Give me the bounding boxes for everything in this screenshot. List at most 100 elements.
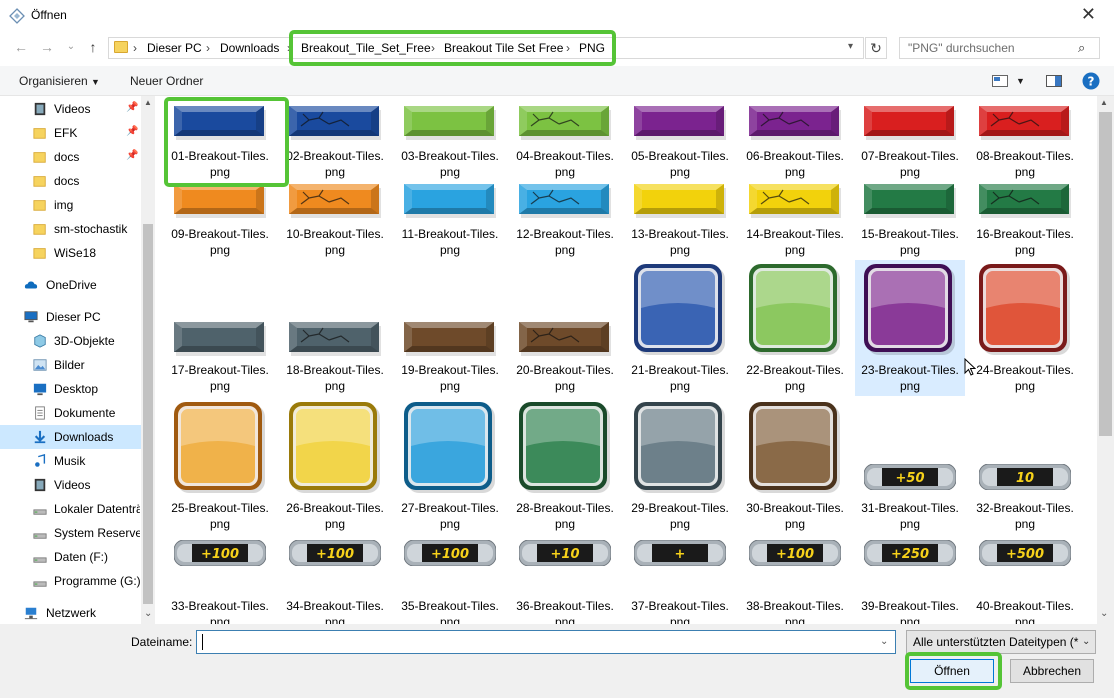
file-tile[interactable]: 12-Breakout-Tiles. png [510, 176, 620, 257]
file-name: 11-Breakout-Tiles. [401, 227, 499, 241]
file-tile[interactable]: 11-Breakout-Tiles. png [395, 176, 505, 257]
file-tile[interactable]: 08-Breakout-Tiles. png [970, 98, 1080, 179]
sidebar-item-dieser-pc[interactable]: Dieser PC [0, 305, 141, 329]
view-icon[interactable] [992, 75, 1008, 87]
chevron-down-icon[interactable]: ⌄ [880, 636, 888, 647]
breadcrumb-breakout-tile-set[interactable]: Breakout Tile Set Free [444, 41, 563, 55]
file-tile[interactable]: 16-Breakout-Tiles. png [970, 176, 1080, 257]
sidebar-item-pc-8[interactable]: System Reserved [0, 521, 141, 545]
sidebar-item-pc-5[interactable]: Musik [0, 449, 141, 473]
scroll-down-icon[interactable]: ⌄ [144, 608, 152, 619]
sidebar-item-pc-3[interactable]: Dokumente [0, 401, 141, 425]
mouse-cursor-icon [964, 358, 976, 376]
file-tile[interactable]: 07-Breakout-Tiles. png [855, 98, 965, 179]
file-tile[interactable]: 25-Breakout-Tiles. png [165, 398, 275, 534]
recent-locations-icon[interactable]: ⌄ [62, 38, 80, 56]
file-tile[interactable]: 23-Breakout-Tiles. png [855, 260, 965, 396]
sidebar-item-onedrive[interactable]: OneDrive [0, 273, 141, 297]
scroll-down-icon[interactable]: ⌄ [1100, 608, 1108, 619]
file-tile[interactable]: +100 35-Breakout-Tiles. png [395, 536, 505, 624]
file-tile[interactable]: 10 32-Breakout-Tiles. png [970, 398, 1080, 534]
up-icon[interactable]: ↑ [84, 38, 102, 56]
scroll-up-icon[interactable]: ▲ [1100, 98, 1108, 107]
file-thumbnail: +100 [289, 540, 381, 566]
file-tile[interactable]: 03-Breakout-Tiles. png [395, 98, 505, 179]
file-extension: png [554, 615, 576, 624]
file-tile[interactable]: 06-Breakout-Tiles. png [740, 98, 850, 179]
sidebar-item-pc-9[interactable]: Daten (F:) [0, 545, 141, 569]
sidebar-item-pc-6[interactable]: Videos [0, 473, 141, 497]
refresh-icon[interactable]: ↻ [865, 37, 887, 59]
sidebar-item-quick-6[interactable]: WiSe18 [0, 241, 141, 265]
filename-input[interactable] [196, 630, 896, 654]
breadcrumb-breakout-tile-set-free-folder[interactable]: Breakout_Tile_Set_Free [301, 41, 431, 55]
scroll-up-icon[interactable]: ▲ [144, 98, 152, 107]
file-tile[interactable]: 14-Breakout-Tiles. png [740, 176, 850, 257]
file-tile[interactable]: 09-Breakout-Tiles. png [165, 176, 275, 257]
search-input[interactable]: "PNG" durchsuchen [899, 37, 1100, 59]
breadcrumb-downloads[interactable]: Downloads [220, 41, 279, 55]
file-tile[interactable]: +37-Breakout-Tiles. png [625, 536, 735, 624]
file-tile[interactable]: +100 33-Breakout-Tiles. png [165, 536, 275, 624]
file-tile[interactable]: +50 31-Breakout-Tiles. png [855, 398, 965, 534]
chevron-down-icon[interactable]: ▾ [848, 41, 853, 52]
sidebar-item-pc-2[interactable]: Desktop [0, 377, 141, 401]
file-tile[interactable]: 15-Breakout-Tiles. png [855, 176, 965, 257]
sidebar-item-pc-0[interactable]: 3D-Objekte [0, 329, 141, 353]
view-dropdown-icon[interactable]: ▼ [1016, 76, 1025, 86]
close-icon[interactable]: ✕ [1081, 4, 1096, 25]
sidebar-item-quick-2[interactable]: docs 📌 [0, 145, 141, 169]
file-tile[interactable]: 21-Breakout-Tiles. png [625, 260, 735, 396]
file-tile[interactable]: +500 40-Breakout-Tiles. png [970, 536, 1080, 624]
help-icon[interactable]: ? [1082, 72, 1100, 90]
sidebar-item-quick-4[interactable]: img [0, 193, 141, 217]
sidebar-item-quick-0[interactable]: Videos 📌 [0, 97, 141, 121]
file-name: 10-Breakout-Tiles. [286, 227, 384, 241]
file-tile[interactable]: +100 34-Breakout-Tiles. png [280, 536, 390, 624]
open-button[interactable]: Öffnen [910, 659, 994, 683]
preview-pane-icon[interactable] [1046, 75, 1062, 87]
file-thumbnail [864, 264, 955, 355]
chevron-down-icon[interactable]: ⌄ [1082, 636, 1090, 647]
file-tile[interactable]: 30-Breakout-Tiles. png [740, 398, 850, 534]
sidebar-item-quick-5[interactable]: sm-stochastik [0, 217, 141, 241]
file-tile[interactable]: 26-Breakout-Tiles. png [280, 398, 390, 534]
file-tile[interactable]: 24-Breakout-Tiles. png [970, 260, 1080, 396]
file-thumbnail [174, 402, 265, 493]
file-tile[interactable]: 17-Breakout-Tiles. png [165, 260, 275, 396]
back-icon[interactable]: ← [12, 38, 30, 56]
file-type-select[interactable]: Alle unterstützten Dateitypen (* [906, 630, 1096, 654]
file-tile[interactable]: 27-Breakout-Tiles. png [395, 398, 505, 534]
file-tile[interactable]: +250 39-Breakout-Tiles. png [855, 536, 965, 624]
file-tile[interactable]: 20-Breakout-Tiles. png [510, 260, 620, 396]
file-tile[interactable]: 29-Breakout-Tiles. png [625, 398, 735, 534]
file-thumbnail [404, 322, 496, 356]
sidebar-item-quick-3[interactable]: docs [0, 169, 141, 193]
file-tile[interactable]: 04-Breakout-Tiles. png [510, 98, 620, 179]
sidebar-item-netzwerk[interactable]: Netzwerk [0, 601, 141, 625]
cancel-button[interactable]: Abbrechen [1010, 659, 1094, 683]
sidebar-item-pc-10[interactable]: Programme (G:) [0, 569, 141, 593]
file-tile[interactable]: 19-Breakout-Tiles. png [395, 260, 505, 396]
file-tile[interactable]: 28-Breakout-Tiles. png [510, 398, 620, 534]
file-list-scrollbar-thumb[interactable] [1099, 112, 1112, 436]
file-tile[interactable]: 10-Breakout-Tiles. png [280, 176, 390, 257]
file-tile[interactable]: 05-Breakout-Tiles. png [625, 98, 735, 179]
file-tile[interactable]: 02-Breakout-Tiles. png [280, 98, 390, 179]
sidebar-item-pc-4[interactable]: Downloads [0, 425, 141, 449]
file-tile[interactable]: +100 38-Breakout-Tiles. png [740, 536, 850, 624]
sidebar-item-pc-7[interactable]: Lokaler Datenträger [0, 497, 141, 521]
sidebar-scrollbar-thumb[interactable] [143, 224, 153, 604]
sidebar-item-pc-1[interactable]: Bilder [0, 353, 141, 377]
file-tile[interactable]: 18-Breakout-Tiles. png [280, 260, 390, 396]
text-caret [202, 634, 203, 650]
file-tile[interactable]: +10 36-Breakout-Tiles. png [510, 536, 620, 624]
breadcrumb-png[interactable]: PNG [579, 41, 605, 55]
file-tile[interactable]: 13-Breakout-Tiles. png [625, 176, 735, 257]
organize-button[interactable]: Organisieren ▼ [19, 74, 100, 88]
new-folder-button[interactable]: Neuer Ordner [130, 74, 203, 88]
breadcrumb-dieser-pc[interactable]: Dieser PC [147, 41, 202, 55]
file-tile[interactable]: 22-Breakout-Tiles. png [740, 260, 850, 396]
forward-icon[interactable]: → [38, 38, 56, 56]
sidebar-item-quick-1[interactable]: EFK 📌 [0, 121, 141, 145]
